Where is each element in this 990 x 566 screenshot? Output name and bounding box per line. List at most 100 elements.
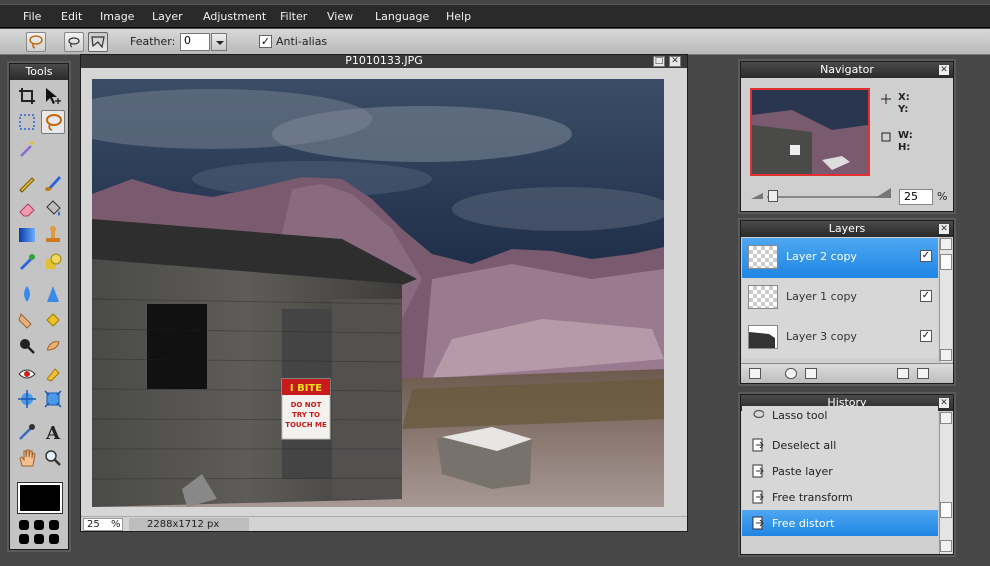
history-item[interactable]: Deselect all <box>742 432 938 458</box>
menu-edit[interactable]: Edit <box>61 5 82 29</box>
menu-help[interactable]: Help <box>446 5 471 29</box>
tool-magic-wand[interactable] <box>15 137 39 161</box>
tool-marquee[interactable] <box>15 110 39 134</box>
feather-dropdown-button[interactable] <box>211 33 227 51</box>
polygon-lasso-button[interactable] <box>88 32 108 52</box>
close-document-button[interactable]: ✕ <box>669 56 681 67</box>
drag-icon <box>44 390 62 408</box>
palette-dot[interactable] <box>34 534 44 544</box>
layer-visibility-checkbox[interactable]: ✓ <box>920 290 932 302</box>
history-item-label: Lasso tool <box>772 409 828 422</box>
history-item[interactable]: Free transform <box>742 484 938 510</box>
tool-sponge[interactable] <box>41 308 65 332</box>
gradient-icon <box>19 228 35 242</box>
tool-blur[interactable] <box>15 282 39 306</box>
tool-dodge[interactable] <box>41 334 65 358</box>
zoom-in-icon[interactable] <box>875 187 891 199</box>
scroll-up-button[interactable] <box>940 412 952 424</box>
layer-mask-icon[interactable] <box>785 368 797 379</box>
menu-adjustment[interactable]: Adjustment <box>203 5 266 29</box>
history-item[interactable]: Free distort <box>742 510 938 536</box>
foreground-color-swatch[interactable] <box>18 483 62 513</box>
palette-dot[interactable] <box>19 534 29 544</box>
layer-visibility-checkbox[interactable]: ✓ <box>920 330 932 342</box>
picker-icon <box>19 424 35 440</box>
tools-panel-title: Tools <box>10 64 68 80</box>
image-canvas[interactable]: I BITE DO NOT TRY TO TOUCH ME <box>92 79 664 507</box>
tools-panel: Tools A <box>9 63 69 550</box>
scroll-up-button[interactable] <box>940 238 952 250</box>
zoom-slider-handle[interactable] <box>768 190 778 202</box>
hand-icon <box>19 449 36 467</box>
tool-smudge[interactable] <box>15 308 39 332</box>
feather-input[interactable]: 0 <box>180 33 210 51</box>
maximize-window-button[interactable]: □ <box>653 56 665 67</box>
scroll-thumb[interactable] <box>940 254 952 270</box>
layer-row[interactable]: Layer 2 copy ✓ <box>742 238 938 278</box>
history-item-label: Paste layer <box>772 465 833 478</box>
tool-bloat[interactable] <box>41 362 65 386</box>
layer-name: Layer 3 copy <box>786 330 857 343</box>
close-history-button[interactable]: ✕ <box>939 398 949 408</box>
tool-clone-stamp[interactable] <box>41 223 65 247</box>
tool-zoom[interactable] <box>41 446 65 470</box>
tool-burn[interactable] <box>15 334 39 358</box>
layer-visibility-checkbox[interactable]: ✓ <box>920 250 932 262</box>
tool-bucket[interactable] <box>41 197 65 221</box>
palette-dot[interactable] <box>49 534 59 544</box>
close-navigator-button[interactable]: ✕ <box>939 65 949 75</box>
menu-layer[interactable]: Layer <box>152 5 183 29</box>
tool-sharpen[interactable] <box>41 282 65 306</box>
tool-type[interactable]: A <box>41 420 65 444</box>
navigator-thumbnail[interactable] <box>750 88 870 176</box>
tool-hand[interactable] <box>15 446 39 470</box>
tool-move[interactable] <box>41 84 65 108</box>
menu-language[interactable]: Language <box>375 5 429 29</box>
tool-eraser[interactable] <box>15 197 39 221</box>
selection-size-icon <box>881 132 891 142</box>
layer-row[interactable]: Layer 3 copy ✓ <box>742 318 938 358</box>
tool-red-eye[interactable] <box>15 362 39 386</box>
palette-dot[interactable] <box>19 520 29 530</box>
tool-color-picker[interactable] <box>15 420 39 444</box>
tool-shape[interactable] <box>41 250 65 274</box>
layers-header: Layers ✕ <box>741 221 953 237</box>
zoom-out-icon[interactable] <box>751 190 763 200</box>
menu-view[interactable]: View <box>327 5 353 29</box>
tool-pinch[interactable] <box>15 387 39 411</box>
tool-drag[interactable] <box>41 387 65 411</box>
tool-gradient[interactable] <box>15 223 39 247</box>
palette-dot[interactable] <box>34 520 44 530</box>
close-layers-button[interactable]: ✕ <box>939 224 949 234</box>
history-scrollbar[interactable] <box>939 412 952 554</box>
tool-crop[interactable] <box>15 84 39 108</box>
history-item[interactable]: Lasso tool <box>742 406 938 432</box>
navigator-zoom-input[interactable]: 25 <box>899 189 933 205</box>
menu-image[interactable]: Image <box>100 5 134 29</box>
tool-lasso[interactable] <box>41 110 65 134</box>
antialias-checkbox[interactable]: ✓ <box>259 35 272 48</box>
layer-styles-icon[interactable] <box>805 368 817 379</box>
layer-row[interactable]: Layer 1 copy ✓ <box>742 278 938 318</box>
tool-color-replace[interactable] <box>15 250 39 274</box>
tool-pencil[interactable] <box>15 171 39 195</box>
freehand-lasso-button[interactable] <box>64 32 84 52</box>
wand-icon <box>20 141 34 157</box>
menu-filter[interactable]: Filter <box>280 5 307 29</box>
freehand-lasso-icon <box>68 37 80 48</box>
menu-file[interactable]: File <box>23 5 41 29</box>
scroll-down-button[interactable] <box>940 540 952 552</box>
palette-dot[interactable] <box>49 520 59 530</box>
new-layer-icon[interactable] <box>897 368 909 379</box>
layers-title: Layers <box>828 222 866 235</box>
history-item[interactable]: Paste layer <box>742 458 938 484</box>
scroll-down-button[interactable] <box>940 349 952 361</box>
scroll-thumb[interactable] <box>940 502 952 518</box>
tool-brush[interactable] <box>41 171 65 195</box>
pencil-icon <box>19 177 35 193</box>
zoom-slider-track[interactable] <box>767 196 887 198</box>
layer-settings-icon[interactable] <box>749 368 761 379</box>
delete-layer-icon[interactable] <box>917 368 929 379</box>
lasso-preset-button[interactable] <box>26 32 46 52</box>
layers-scrollbar[interactable] <box>939 238 952 362</box>
